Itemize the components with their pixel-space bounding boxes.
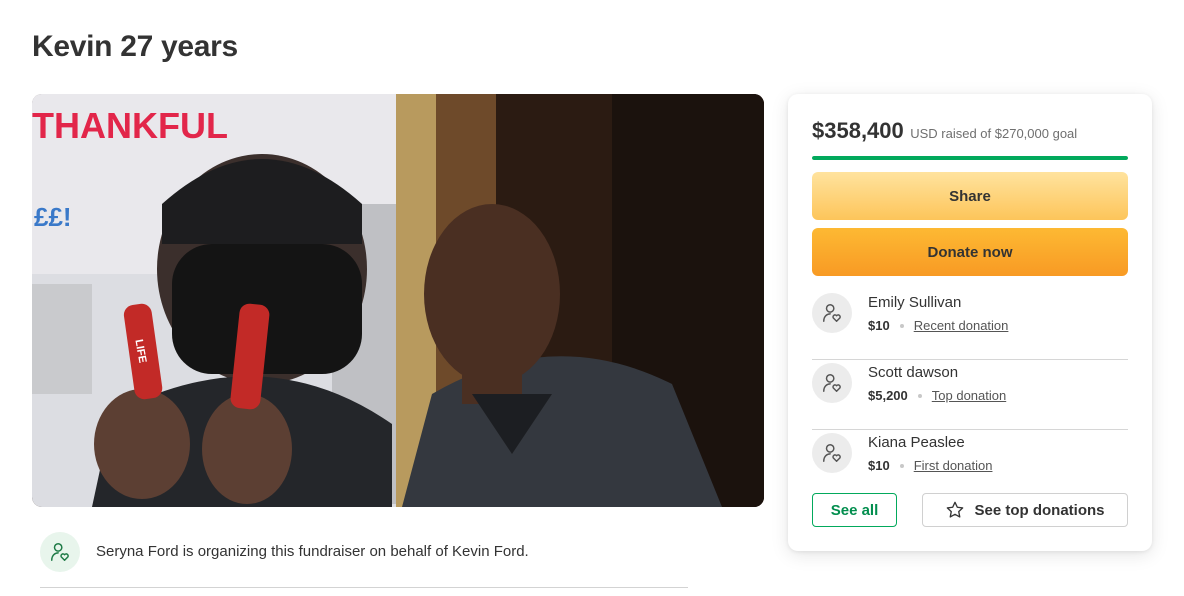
donor-name: Emily Sullivan (868, 294, 962, 311)
donation-meta: $10 First donation (868, 458, 992, 473)
donation-item: Scott dawson $5,200 Top donation (812, 360, 1128, 430)
separator-dot (917, 393, 922, 398)
raised-amount: $358,400 (812, 118, 904, 143)
donor-name: Kiana Peaslee (868, 434, 965, 451)
sign-text: THANKFUL (32, 105, 228, 146)
see-all-label: See all (830, 501, 879, 519)
donor-heart-icon (812, 433, 852, 473)
organizer-text: Seryna Ford is organizing this fundraise… (96, 543, 529, 560)
donate-now-button[interactable]: Donate now (812, 228, 1128, 276)
sign-text-2: ££! (34, 202, 72, 232)
star-icon (947, 501, 964, 518)
see-all-button[interactable]: See all (812, 493, 897, 527)
donation-meta: $5,200 Top donation (868, 388, 1006, 403)
donation-amount: $10 (868, 458, 890, 473)
top-donation-link[interactable]: Top donation (932, 388, 1006, 403)
recent-donation-link[interactable]: Recent donation (914, 318, 1009, 333)
progress-bar (812, 156, 1128, 160)
raised-goal-label: USD raised of $270,000 goal (910, 126, 1078, 141)
fundraiser-hero-image: THANKFUL ££! LIFE (32, 94, 764, 507)
donation-item: Emily Sullivan $10 Recent donation (812, 290, 1128, 360)
separator-dot (899, 323, 904, 328)
page-title: Kevin 27 years (32, 30, 238, 63)
donor-name: Scott dawson (868, 364, 959, 381)
see-top-donations-label: See top donations (974, 501, 1105, 519)
see-top-donations-button[interactable]: See top donations (922, 493, 1128, 527)
user-heart-icon (40, 532, 80, 572)
donation-amount: $10 (868, 318, 890, 333)
first-donation-link[interactable]: First donation (914, 458, 993, 473)
hero-photo: THANKFUL ££! LIFE (32, 94, 764, 507)
donation-card: $358,400 USD raised of $270,000 goal Sha… (788, 94, 1152, 551)
progress-bar-fill (812, 156, 1128, 160)
organizer-info: Seryna Ford is organizing this fundraise… (40, 532, 688, 588)
share-button[interactable]: Share (812, 172, 1128, 220)
raised-summary: $358,400 USD raised of $270,000 goal (812, 118, 1077, 144)
donation-meta: $10 Recent donation (868, 318, 1008, 333)
donation-amount: $5,200 (868, 388, 908, 403)
separator-dot (899, 463, 904, 468)
donor-heart-icon (812, 363, 852, 403)
donor-heart-icon (812, 293, 852, 333)
donation-item: Kiana Peaslee $10 First donation (812, 430, 1128, 500)
